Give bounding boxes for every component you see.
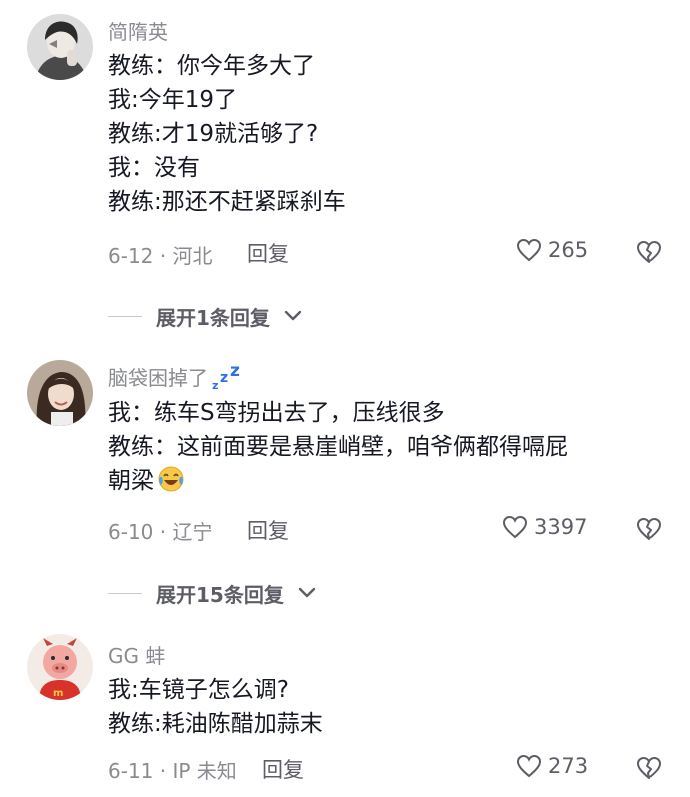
comment-line: 朝梁	[108, 464, 668, 503]
expand-replies-button[interactable]: 展开15条回复	[108, 579, 316, 608]
avatar[interactable]: m	[27, 634, 93, 700]
broken-heart-icon	[636, 241, 662, 268]
like-button[interactable]: 265	[516, 238, 588, 262]
comment-line: 我:车镜子怎么调?	[108, 677, 289, 703]
zzz-sleep-icon: zzz	[210, 361, 244, 396]
chevron-down-icon	[284, 307, 302, 326]
comment-meta: 6-10 · 辽宁	[108, 520, 213, 544]
svg-text:z: z	[220, 370, 228, 386]
like-count: 273	[548, 754, 589, 778]
heart-icon	[516, 238, 542, 262]
comment-line: 我：练车S弯拐出去了，压线很多	[108, 400, 445, 426]
broken-heart-icon	[636, 518, 662, 545]
comment-line: 我：没有	[108, 155, 200, 181]
avatar[interactable]	[27, 14, 93, 80]
comment-text: 我：练车S弯拐出去了，压线很多 教练：这前面要是悬崖峭壁，咱爷俩都得嗝屁 朝梁	[108, 396, 668, 503]
heart-icon	[502, 515, 528, 539]
chevron-down-icon	[298, 584, 316, 603]
expand-replies-label: 展开1条回复	[156, 306, 270, 330]
comment-meta: 6-12 · 河北	[108, 244, 213, 268]
comment-line: 教练:那还不赶紧踩刹车	[108, 189, 346, 215]
comment-line: 教练：你今年多大了	[108, 53, 315, 79]
comment-line: 我:今年19了	[108, 87, 238, 113]
svg-text:z: z	[212, 379, 218, 391]
username-text: 脑袋困掉了	[108, 366, 208, 390]
divider	[108, 316, 142, 317]
dislike-button[interactable]	[636, 756, 662, 784]
comment-line-text: 朝梁	[108, 468, 154, 494]
avatar[interactable]	[27, 360, 93, 426]
laugh-cry-emoji	[157, 465, 185, 503]
username[interactable]: 脑袋困掉了 z z z	[108, 361, 244, 396]
expand-replies-button[interactable]: 展开1条回复	[108, 302, 302, 331]
username[interactable]: 简隋英	[108, 16, 168, 45]
comment-text: 我:车镜子怎么调? 教练:耗油陈醋加蒜末	[108, 673, 668, 741]
comment-item: m GG 蚌 我:车镜子怎么调? 教练:耗油陈醋加蒜末 6-11 · IP 未知…	[0, 620, 690, 797]
comment-item: 脑袋困掉了 z z z 我：练车S弯拐出去了，压线很多 教练：这前面要是悬崖峭壁，咱爷…	[0, 340, 690, 620]
expand-replies-label: 展开15条回复	[156, 583, 284, 607]
reply-button[interactable]: 回复	[262, 754, 304, 784]
svg-text:z: z	[230, 363, 240, 381]
comment-text: 教练：你今年多大了 我:今年19了 教练:才19就活够了? 我：没有 教练:那还…	[108, 49, 668, 219]
divider	[108, 593, 142, 594]
comment-meta: 6-11 · IP 未知	[108, 759, 237, 783]
comment-item: 简隋英 教练：你今年多大了 我:今年19了 教练:才19就活够了? 我：没有 教…	[0, 0, 690, 340]
broken-heart-icon	[636, 757, 662, 784]
like-count: 265	[548, 238, 589, 262]
dislike-button[interactable]	[636, 517, 662, 545]
like-count: 3397	[534, 515, 588, 539]
svg-text:m: m	[53, 688, 63, 699]
comment-line: 教练:才19就活够了?	[108, 121, 319, 147]
like-button[interactable]: 273	[516, 754, 588, 778]
comment-line: 教练：这前面要是悬崖峭壁，咱爷俩都得嗝屁	[108, 434, 568, 460]
heart-icon	[516, 754, 542, 778]
dislike-button[interactable]	[636, 240, 662, 268]
reply-button[interactable]: 回复	[247, 238, 289, 268]
like-button[interactable]: 3397	[502, 515, 587, 539]
comment-line: 教练:耗油陈醋加蒜末	[108, 711, 323, 737]
reply-button[interactable]: 回复	[247, 515, 289, 545]
username[interactable]: GG 蚌	[108, 640, 165, 669]
